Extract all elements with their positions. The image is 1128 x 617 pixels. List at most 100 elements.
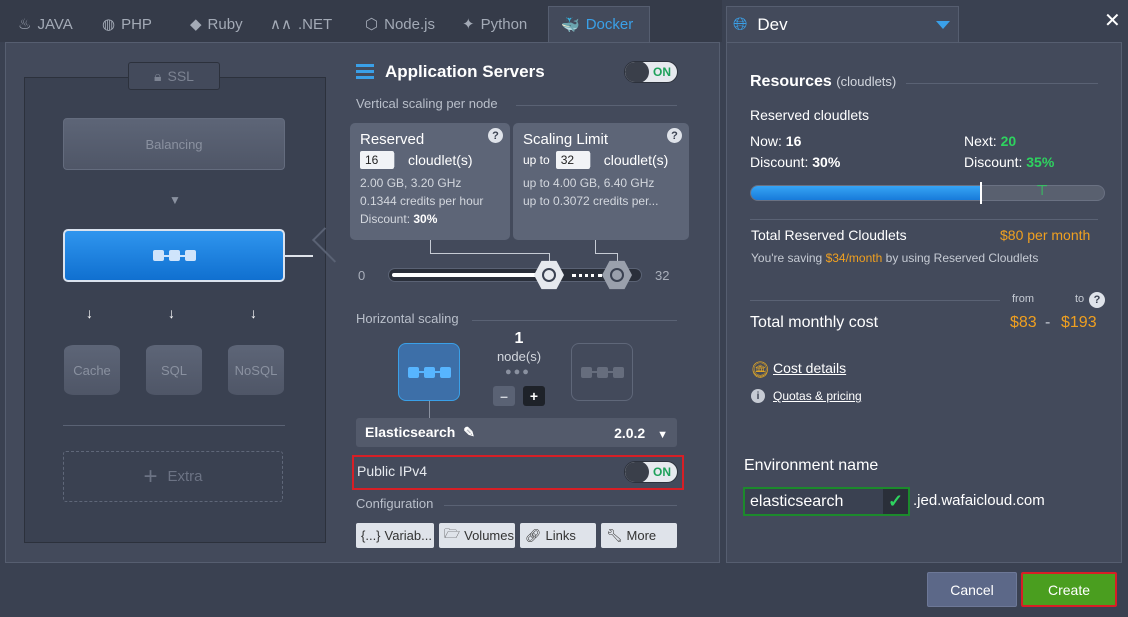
link-icon: 🔗︎	[525, 527, 542, 543]
app-server-node[interactable]	[63, 229, 285, 282]
discount-now: Discount: 30%	[750, 154, 841, 170]
divider	[444, 505, 677, 506]
python-icon: ✦	[462, 16, 475, 33]
checkmark-icon: ✓	[887, 491, 904, 511]
horizontal-scaling-label: Horizontal scaling	[356, 311, 459, 326]
dotnet-icon: ∧∧	[270, 16, 292, 33]
sql-node[interactable]: SQL	[146, 345, 202, 395]
add-node-button[interactable]: +	[523, 386, 545, 406]
arrow-down-icon: ↓	[86, 305, 93, 321]
from-label: from	[1012, 293, 1034, 305]
tab-nodejs[interactable]: ⬡ Node.js	[365, 6, 435, 42]
balancing-node[interactable]: Balancing	[63, 118, 285, 170]
engine-version-select[interactable]: Elasticsearch ✎ 2.0.2 ▼	[356, 418, 677, 447]
connector-line	[429, 401, 430, 418]
divider	[906, 83, 1098, 84]
total-reserved-price: $80 per month	[1000, 227, 1091, 243]
create-button[interactable]: Create	[1021, 572, 1117, 607]
app-servers-toggle[interactable]: ON	[624, 61, 678, 83]
lock-icon: 🔒︎	[154, 67, 162, 84]
vertical-scaling-label: Vertical scaling per node	[356, 96, 498, 111]
arrow-down-icon: ↓	[168, 305, 175, 321]
help-icon[interactable]: ?	[667, 128, 682, 143]
inactive-node	[571, 343, 633, 401]
tab-dotnet[interactable]: ∧∧ .NET	[270, 6, 332, 42]
section-title: Application Servers	[385, 62, 545, 81]
links-button[interactable]: 🔗︎ Links	[520, 523, 596, 548]
nodes-icon	[152, 250, 196, 261]
ruby-icon: ◆	[190, 16, 202, 33]
cost-to: $193	[1061, 314, 1097, 331]
divider	[750, 219, 1098, 220]
php-icon: ◍	[102, 16, 116, 33]
current-marker	[980, 182, 982, 204]
ssl-button[interactable]: 🔒︎ SSL	[128, 62, 220, 90]
reserved-connector	[430, 240, 550, 254]
node-count: 1	[514, 330, 524, 347]
pencil-icon[interactable]: ✎	[463, 424, 475, 440]
limit-connector	[595, 240, 618, 254]
quotas-pricing-link[interactable]: Quotas & pricing	[773, 389, 862, 403]
wrench-icon: 🔧︎	[606, 527, 623, 543]
variables-button[interactable]: {...} Variab...	[356, 523, 434, 548]
tab-python[interactable]: ✦ Python	[462, 6, 527, 42]
nodes-icon	[407, 366, 451, 378]
connector-line	[285, 255, 313, 257]
discount-next: Discount: 35%	[964, 154, 1055, 170]
total-reserved-label: Total Reserved Cloudlets	[751, 227, 907, 243]
docker-icon: 🐳	[561, 16, 580, 34]
volumes-button[interactable]: 🗁 Volumes	[439, 523, 515, 548]
variables-icon: {...}	[361, 528, 381, 543]
to-label: to	[1075, 293, 1085, 305]
slider-max: 32	[655, 268, 670, 283]
active-node[interactable]	[398, 343, 460, 401]
coins-icon: 🪙︎	[750, 362, 771, 379]
configuration-label: Configuration	[356, 496, 434, 511]
reserved-card: Reserved ? 16 cloudlet(s) 2.00 GB, 3.20 G…	[350, 123, 510, 240]
divider	[63, 425, 285, 426]
tab-java[interactable]: ♨ JAVA	[18, 6, 73, 42]
cost-details-link[interactable]: Cost details	[773, 360, 846, 376]
globe-icon: 🌐︎	[733, 14, 748, 34]
java-icon: ♨	[18, 16, 32, 33]
scaling-limit-stepper[interactable]: 32	[555, 151, 591, 169]
tab-ruby[interactable]: ◆ Ruby	[190, 6, 243, 42]
nodes-label: node(s)	[496, 349, 542, 364]
resources-title: Resources (cloudlets)	[750, 73, 897, 90]
remove-node-button[interactable]: –	[493, 386, 515, 406]
tab-docker[interactable]: 🐳 Docker	[548, 6, 650, 42]
public-ipv4-label: Public IPv4	[357, 463, 428, 479]
close-icon[interactable]: ✕	[1104, 8, 1121, 33]
extra-node-button[interactable]: + Extra	[63, 451, 283, 502]
public-ipv4-toggle[interactable]: ON	[624, 461, 678, 483]
cache-node[interactable]: Cache	[64, 345, 120, 395]
nosql-node[interactable]: NoSQL	[228, 345, 284, 395]
more-button[interactable]: 🔧︎ More	[601, 523, 677, 548]
scaling-limit-card: Scaling Limit ? up to 32 cloudlet(s) up to…	[513, 123, 689, 240]
slider-min: 0	[358, 268, 366, 283]
divider	[750, 300, 1000, 301]
next-marker: ⊤	[1036, 182, 1049, 198]
help-icon[interactable]: ?	[1089, 292, 1105, 308]
nodejs-icon: ⬡	[365, 16, 379, 33]
reserved-cloudlets-label: Reserved cloudlets	[750, 107, 870, 123]
reserved-progress-bar	[750, 185, 1105, 201]
environment-name-label: Environment name	[744, 457, 879, 474]
tab-php[interactable]: ◍ PHP	[102, 6, 152, 42]
reserved-cloudlets-stepper[interactable]: 16	[360, 151, 395, 169]
total-monthly-label: Total monthly cost	[750, 314, 879, 331]
region-select[interactable]: 🌐︎ Dev	[726, 6, 959, 42]
now-value: Now: 16	[750, 133, 802, 149]
divider	[472, 320, 677, 321]
servers-icon	[356, 64, 374, 80]
saving-text: You're saving $34/month by using Reserve…	[751, 251, 1039, 265]
dots-icon: ●●●	[505, 366, 531, 378]
help-icon[interactable]: ?	[488, 128, 503, 143]
chevron-down-icon: ▼	[657, 428, 668, 441]
divider	[516, 105, 677, 106]
plus-icon: +	[143, 462, 158, 490]
environment-name-field[interactable]: elasticsearch ✓	[743, 487, 910, 516]
info-icon: i	[751, 389, 765, 403]
chevron-down-icon	[936, 21, 950, 29]
cancel-button[interactable]: Cancel	[927, 572, 1017, 607]
